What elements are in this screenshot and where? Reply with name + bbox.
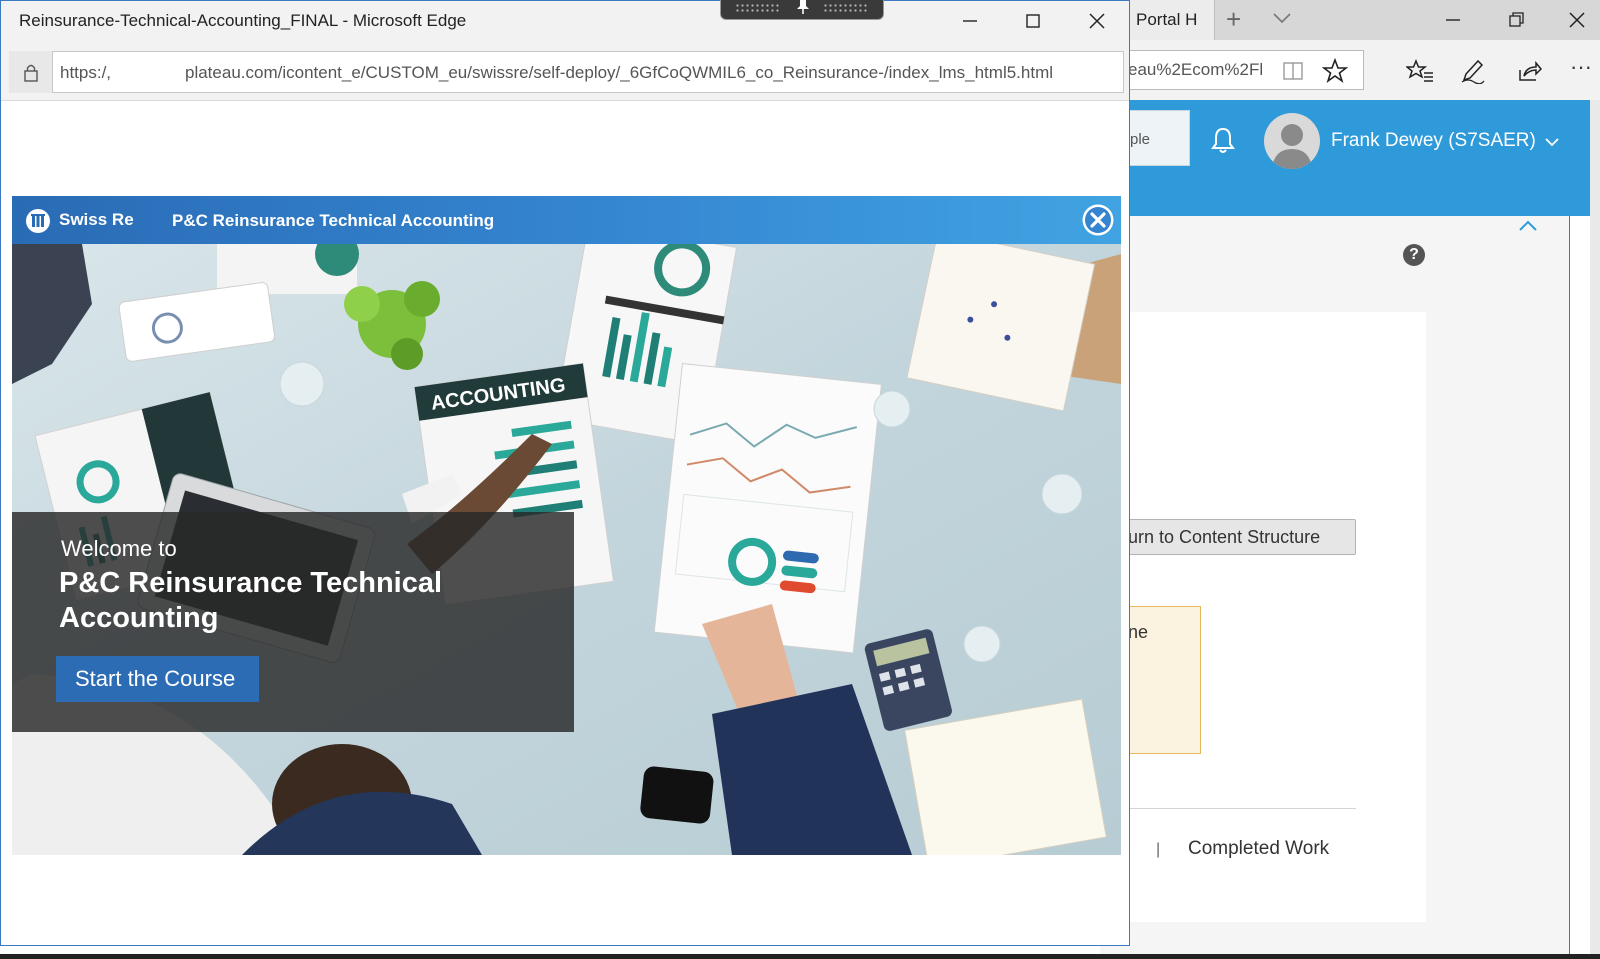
- avatar-silhouette-icon: [1272, 124, 1312, 169]
- new-tab-icon[interactable]: +: [1226, 4, 1241, 35]
- restore-icon[interactable]: [1503, 8, 1529, 32]
- course-popup-window: Reinsurance-Technical-Accounting_FINAL -…: [0, 0, 1130, 946]
- background-tab-label: Portal H: [1136, 10, 1198, 29]
- divider: [1100, 808, 1356, 809]
- bell-icon[interactable]: [1210, 126, 1236, 154]
- people-button-label: ple: [1130, 131, 1151, 148]
- notice-text: ne: [1128, 622, 1149, 642]
- phone-icon: [640, 766, 714, 824]
- grip-dots-left: [735, 3, 781, 13]
- close-window-icon[interactable]: [1564, 8, 1590, 32]
- pin-icon[interactable]: [795, 0, 811, 15]
- favorite-star-icon[interactable]: [1322, 58, 1348, 84]
- minimize-icon[interactable]: [957, 9, 983, 33]
- popup-url-scheme: https:/,: [60, 63, 112, 82]
- popup-url-path: plateau.com/icontent_e/CUSTOM_eu/swissre…: [185, 63, 1054, 82]
- taskbar-edge: [0, 954, 1600, 959]
- lock-icon[interactable]: [23, 63, 39, 83]
- help-icon[interactable]: ?: [1403, 244, 1425, 266]
- grip-dots-right: [823, 3, 869, 13]
- link-separator: |: [1156, 841, 1161, 858]
- course-title-header: P&C Reinsurance Technical Accounting: [172, 211, 495, 230]
- chevron-down-icon[interactable]: [1545, 137, 1559, 147]
- start-course-label: Start the Course: [75, 666, 236, 691]
- welcome-course-title: P&C Reinsurance Technical Accounting: [59, 567, 443, 634]
- welcome-line: Welcome to: [61, 536, 177, 561]
- page-scrollbar[interactable]: [1590, 100, 1600, 959]
- brand-name: Swiss Re: [59, 210, 134, 229]
- close-course-icon[interactable]: [1081, 203, 1115, 237]
- completed-work-link[interactable]: Completed Work: [1188, 838, 1329, 860]
- user-name[interactable]: Frank Dewey (S7SAER): [1331, 130, 1536, 152]
- web-note-pen-icon[interactable]: [1460, 58, 1486, 84]
- avatar[interactable]: [1264, 113, 1320, 169]
- chevron-up-icon[interactable]: [1518, 218, 1538, 232]
- background-url-text: eau%2Ecom%2Fl: [1128, 60, 1264, 79]
- popup-window-title: Reinsurance-Technical-Accounting_FINAL -…: [19, 11, 467, 30]
- maximize-icon[interactable]: [1020, 9, 1046, 33]
- more-menu-icon[interactable]: ···: [1570, 54, 1592, 80]
- minimize-icon[interactable]: [1440, 8, 1466, 32]
- remote-connection-bar[interactable]: [720, 0, 884, 20]
- share-icon[interactable]: [1516, 58, 1542, 84]
- reading-view-icon[interactable]: [1282, 60, 1304, 82]
- swiss-re-logo-icon: [26, 209, 50, 233]
- close-window-icon[interactable]: [1084, 9, 1110, 33]
- tab-list-chevron-icon[interactable]: [1272, 12, 1292, 24]
- favorites-hub-icon[interactable]: [1406, 58, 1434, 84]
- return-button-label: urn to Content Structure: [1128, 527, 1321, 547]
